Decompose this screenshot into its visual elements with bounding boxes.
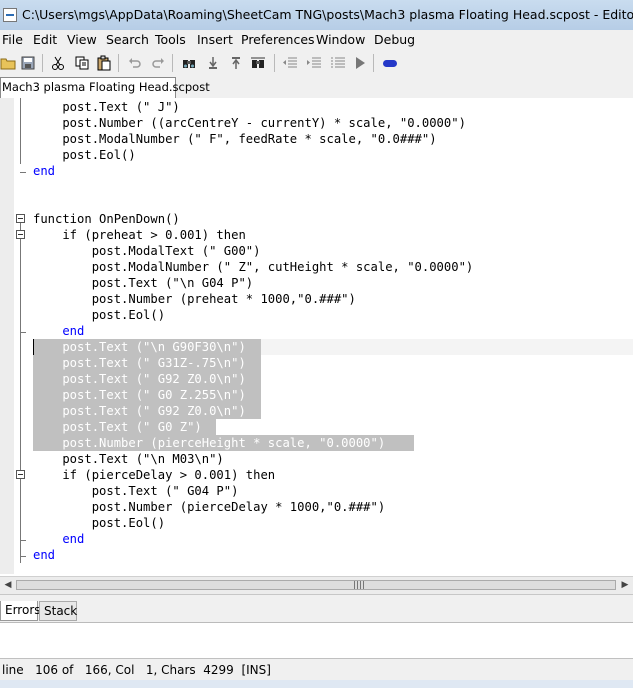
menu-file[interactable]: File (2, 32, 23, 47)
comment-icon[interactable] (330, 55, 346, 71)
tab-errors[interactable]: Errors (0, 601, 41, 621)
scrollbar-thumb[interactable] (16, 580, 616, 590)
code-line: post.Text (" G31Z-.75\n") (33, 356, 246, 370)
code-line: post.Eol() (33, 516, 166, 530)
code-line: post.Number (pierceHeight * scale, "0.00… (33, 436, 386, 450)
editor-margin (0, 98, 14, 574)
open-icon[interactable] (0, 55, 16, 71)
fold-toggle-icon[interactable] (16, 470, 25, 479)
code-line: post.Text (" G04 P") (33, 484, 239, 498)
code-line: post.Text (" J") (33, 100, 180, 114)
redo-icon[interactable] (150, 55, 166, 71)
menu-tools[interactable]: Tools (155, 32, 186, 47)
document-tab[interactable]: Mach3 plasma Floating Head.scpost (0, 77, 210, 98)
code-line: post.Text (" G92 Z0.0\n") (33, 372, 246, 386)
code-line: post.Text ("\n G04 P") (33, 276, 254, 290)
menu-bar: File Edit View Search Tools Insert Prefe… (0, 30, 633, 50)
code-line: post.Number (preheat * 1000,"0.###") (33, 292, 356, 306)
code-line: post.Text ("\n G90F30\n") (33, 340, 246, 354)
fold-toggle-icon[interactable] (16, 230, 25, 239)
status-bar: line 106 of 166, Col 1, Chars 4299 [INS] (0, 658, 633, 681)
app-icon (3, 8, 17, 22)
code-line: if (pierceDelay > 0.001) then (33, 468, 276, 482)
menu-window[interactable]: Window (316, 32, 365, 47)
indent-icon[interactable] (306, 55, 322, 71)
code-line: post.Number (pierceDelay * 1000,"0.###") (33, 500, 386, 514)
code-line: end (33, 548, 56, 562)
code-line: post.Number ((arcCentreY - currentY) * s… (33, 116, 466, 130)
horizontal-scrollbar[interactable]: ◀ ▶ (0, 576, 633, 594)
title-bar: C:\Users\mgs\AppData\Roaming\SheetCam TN… (0, 0, 633, 31)
code-line: post.ModalText (" G00") (33, 244, 261, 258)
undo-icon[interactable] (127, 55, 143, 71)
code-line: end (33, 164, 56, 178)
code-editor[interactable]: post.Text (" J") post.Number ((arcCentre… (0, 98, 633, 574)
scroll-right-icon[interactable]: ▶ (619, 579, 631, 591)
code-line: end (33, 324, 85, 338)
code-line: post.Text ("\n M03\n") (33, 452, 224, 466)
fold-guide-end (20, 556, 26, 557)
code-line: post.ModalNumber (" Z", cutHeight * scal… (33, 260, 474, 274)
toolbar-separator (42, 54, 43, 72)
toolbar-separator (172, 54, 173, 72)
window-title: C:\Users\mgs\AppData\Roaming\SheetCam TN… (22, 7, 633, 22)
document-tab-bar: Mach3 plasma Floating Head.scpost (0, 76, 633, 99)
fold-guide-end (20, 332, 26, 333)
menu-insert[interactable]: Insert (197, 32, 233, 47)
code-line: post.Eol() (33, 148, 136, 162)
cut-icon[interactable] (50, 55, 66, 71)
window-bottom-edge (0, 680, 633, 688)
toolbar-separator (373, 54, 374, 72)
save-icon[interactable] (20, 55, 36, 71)
output-tab-bar: Errors Stack (0, 594, 633, 623)
code-line: end (33, 532, 85, 546)
code-line: post.Eol() (33, 308, 166, 322)
output-panel (0, 622, 633, 659)
fold-guide-end (20, 540, 26, 541)
code-line: post.Text (" G92 Z0.0\n") (33, 404, 246, 418)
code-line: post.Text (" G0 Z") (33, 420, 202, 434)
fold-guide (20, 98, 21, 164)
run-icon[interactable] (352, 55, 368, 71)
toolbar (0, 50, 633, 77)
fold-margin (14, 98, 30, 574)
replace-icon[interactable] (250, 55, 266, 71)
menu-view[interactable]: View (67, 32, 97, 47)
find-icon[interactable] (181, 55, 197, 71)
toolbar-separator (274, 54, 275, 72)
menu-preferences[interactable]: Preferences (241, 32, 315, 47)
copy-icon[interactable] (74, 55, 90, 71)
toolbar-separator (118, 54, 119, 72)
find-next-down-icon[interactable] (205, 55, 221, 71)
tab-stack[interactable]: Stack (39, 601, 77, 621)
menu-debug[interactable]: Debug (374, 32, 415, 47)
code-line: post.ModalNumber (" F", feedRate * scale… (33, 132, 437, 146)
stop-icon[interactable] (382, 55, 398, 71)
status-text: line 106 of 166, Col 1, Chars 4299 [INS] (2, 663, 271, 677)
fold-toggle-icon[interactable] (16, 214, 25, 223)
fold-guide (20, 223, 21, 563)
menu-edit[interactable]: Edit (33, 32, 57, 47)
code-line: if (preheat > 0.001) then (33, 228, 246, 242)
find-next-up-icon[interactable] (228, 55, 244, 71)
menu-search[interactable]: Search (106, 32, 149, 47)
code-line: post.Text (" G0 Z.255\n") (33, 388, 246, 402)
code-line: function OnPenDown() (33, 212, 180, 226)
outdent-icon[interactable] (282, 55, 298, 71)
scrollbar-grip-icon (354, 581, 364, 589)
fold-guide-end (20, 172, 26, 173)
scroll-left-icon[interactable]: ◀ (2, 579, 14, 591)
paste-icon[interactable] (96, 55, 112, 71)
